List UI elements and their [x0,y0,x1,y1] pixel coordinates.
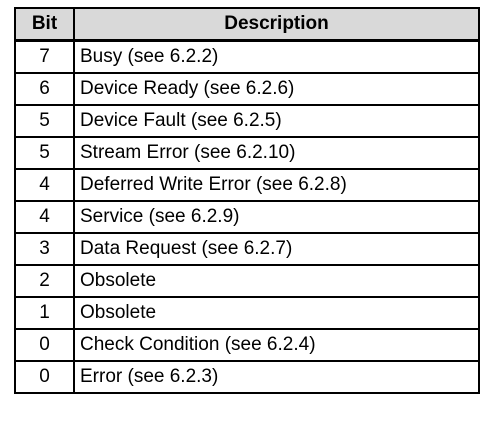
table-row: 3 Data Request (see 6.2.7) [14,232,480,266]
description-cell: Stream Error (see 6.2.10) [73,136,480,170]
description-cell: Obsolete [73,296,480,330]
description-cell: Device Fault (see 6.2.5) [73,104,480,138]
table-row: 5 Device Fault (see 6.2.5) [14,104,480,138]
bit-cell: 5 [14,136,75,170]
table-row: 0 Error (see 6.2.3) [14,360,480,394]
column-header-bit: Bit [14,7,75,42]
table-row: 7 Busy (see 6.2.2) [14,39,480,74]
bit-cell: 3 [14,232,75,266]
table-row: 2 Obsolete [14,264,480,298]
table-header-row: Bit Description [14,7,480,42]
description-cell: Deferred Write Error (see 6.2.8) [73,168,480,202]
bit-cell: 0 [14,328,75,362]
status-bit-table: Bit Description 7 Busy (see 6.2.2) 6 Dev… [14,7,480,394]
description-cell: Service (see 6.2.9) [73,200,480,234]
description-cell: Data Request (see 6.2.7) [73,232,480,266]
bit-cell: 4 [14,200,75,234]
bit-cell: 1 [14,296,75,330]
bit-cell: 7 [14,39,75,74]
table-row: 6 Device Ready (see 6.2.6) [14,72,480,106]
table-row: 4 Service (see 6.2.9) [14,200,480,234]
bit-cell: 6 [14,72,75,106]
description-cell: Busy (see 6.2.2) [73,39,480,74]
bit-cell: 2 [14,264,75,298]
description-cell: Error (see 6.2.3) [73,360,480,394]
table-row: 5 Stream Error (see 6.2.10) [14,136,480,170]
description-cell: Obsolete [73,264,480,298]
table-row: 1 Obsolete [14,296,480,330]
bit-cell: 4 [14,168,75,202]
table-row: 4 Deferred Write Error (see 6.2.8) [14,168,480,202]
bit-cell: 0 [14,360,75,394]
table-row: 0 Check Condition (see 6.2.4) [14,328,480,362]
description-cell: Check Condition (see 6.2.4) [73,328,480,362]
description-cell: Device Ready (see 6.2.6) [73,72,480,106]
bit-cell: 5 [14,104,75,138]
column-header-description: Description [73,7,480,42]
